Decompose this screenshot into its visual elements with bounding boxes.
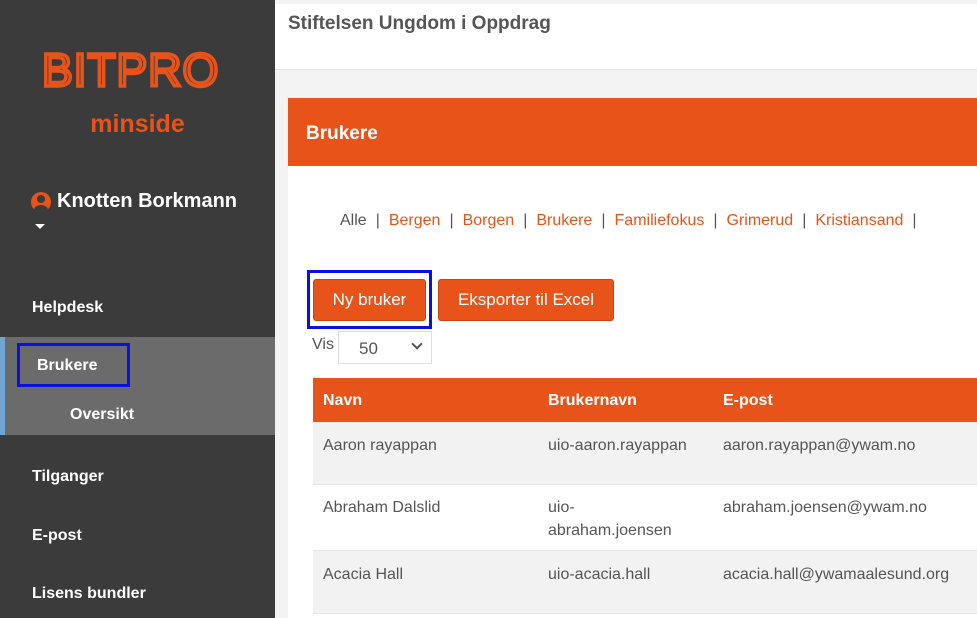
cell-username: uio-aaron.rayappan xyxy=(548,437,687,454)
chevron-down-icon xyxy=(411,338,423,350)
nav-oversikt[interactable]: Oversikt xyxy=(70,406,134,424)
svg-text:BITPRO: BITPRO xyxy=(42,44,219,94)
filter-alle[interactable]: Alle xyxy=(340,212,367,229)
column-header-username[interactable]: Brukernavn xyxy=(548,392,637,410)
column-header-name[interactable]: Navn xyxy=(323,392,362,410)
filter-links: Alle | Bergen | Borgen | Brukere | Familiefokus |… xyxy=(340,212,926,230)
filter-grimerud[interactable]: Grimerud xyxy=(727,212,794,229)
separator: | xyxy=(713,212,718,229)
nav-epost[interactable]: E-post xyxy=(32,527,82,545)
cell-email: aaron.rayappan@ywam.no xyxy=(723,437,916,454)
filter-bergen[interactable]: Bergen xyxy=(389,212,441,229)
bitpro-logo: BITPRO xyxy=(42,44,220,94)
cell-email: acacia.hall@ywamaalesund.org xyxy=(723,566,950,583)
cell-email: abraham.joensen@ywam.no xyxy=(723,499,927,516)
active-indicator xyxy=(0,337,5,435)
separator: | xyxy=(449,212,454,229)
nav-helpdesk[interactable]: Helpdesk xyxy=(32,299,103,317)
minside-label: minside xyxy=(90,110,185,138)
separator: | xyxy=(375,212,380,229)
top-bar: Stiftelsen Ungdom i Oppdrag xyxy=(275,4,977,70)
table-header: Navn Brukernavn E-post xyxy=(313,378,977,422)
table-row[interactable]: Abraham Dalslid uio- abraham.joensen abr… xyxy=(313,485,977,550)
column-header-email[interactable]: E-post xyxy=(723,392,773,410)
page-size-select[interactable]: 50 xyxy=(338,331,432,364)
table-row[interactable]: Acacia Hall uio-acacia.hall acacia.hall@… xyxy=(313,551,977,613)
highlight-box-brukere xyxy=(17,343,130,387)
filter-familiefokus[interactable]: Familiefokus xyxy=(615,212,705,229)
row-divider xyxy=(313,613,977,614)
user-icon xyxy=(31,191,51,212)
highlight-box-new-user xyxy=(307,270,432,329)
cell-name: Abraham Dalslid xyxy=(323,499,441,516)
separator: | xyxy=(802,212,807,229)
sidebar: BITPRO minside Knotten Borkmann Helpdesk… xyxy=(0,0,275,618)
filter-borgen[interactable]: Borgen xyxy=(463,212,515,229)
filter-kristiansand[interactable]: Kristiansand xyxy=(815,212,903,229)
nav-tilganger[interactable]: Tilganger xyxy=(32,468,104,486)
cell-name: Acacia Hall xyxy=(323,566,404,583)
page-size-value: 50 xyxy=(359,339,378,358)
user-name: Knotten Borkmann xyxy=(57,190,237,212)
cell-name: Aaron rayappan xyxy=(323,437,437,454)
cell-username-line1: uio- xyxy=(548,499,575,516)
separator: | xyxy=(523,212,528,229)
separator: | xyxy=(601,212,606,229)
filter-brukere[interactable]: Brukere xyxy=(536,212,592,229)
cell-username: uio-acacia.hall xyxy=(548,566,651,583)
caret-down-icon[interactable] xyxy=(35,224,45,229)
export-excel-button[interactable]: Eksporter til Excel xyxy=(438,279,614,321)
nav-lisens-bundler[interactable]: Lisens bundler xyxy=(32,585,146,603)
panel-title: Brukere xyxy=(306,123,378,144)
show-label: Vis xyxy=(312,336,334,353)
user-menu[interactable]: Knotten Borkmann xyxy=(31,190,237,213)
cell-username-line2: abraham.joensen xyxy=(548,522,672,539)
table-row[interactable]: Aaron rayappan uio-aaron.rayappan aaron.… xyxy=(313,422,977,484)
separator: | xyxy=(912,212,917,229)
panel-header: Brukere xyxy=(288,98,977,166)
organization-name: Stiftelsen Ungdom i Oppdrag xyxy=(288,13,551,34)
